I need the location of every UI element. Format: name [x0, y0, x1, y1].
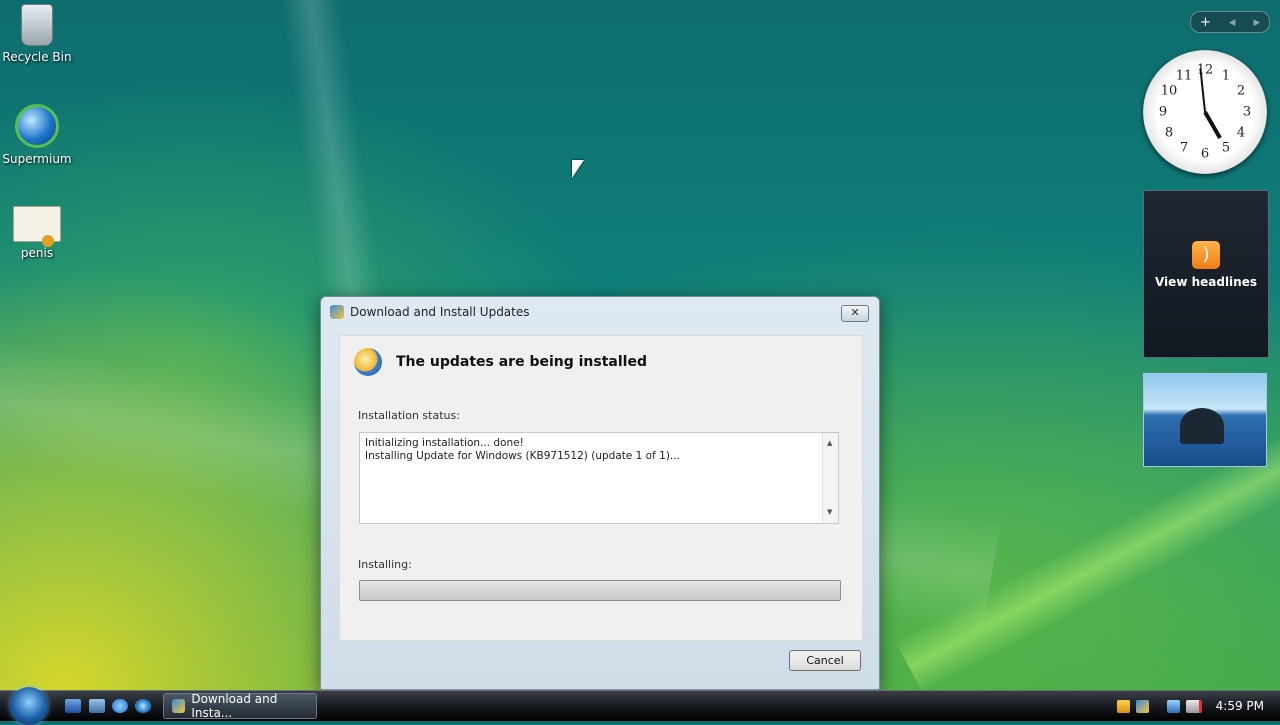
clock-number: 8	[1164, 125, 1174, 141]
start-button[interactable]	[10, 687, 48, 725]
clock-gadget[interactable]: 12 1 2 3 4 5 6 7 8 9 10 11	[1143, 50, 1267, 174]
installation-progress-bar	[359, 580, 841, 601]
scroll-up-arrow-icon[interactable]: ▲	[827, 437, 832, 450]
clock-hour-hand	[1203, 111, 1222, 139]
installing-label: Installing:	[358, 558, 412, 571]
browser-shortcut-icon	[15, 104, 59, 148]
clock-number: 10	[1160, 83, 1178, 99]
windows-update-tray-icon[interactable]	[1135, 699, 1149, 713]
clock-number: 3	[1242, 104, 1252, 120]
clock-number: 5	[1221, 140, 1231, 156]
desktop-icon-file[interactable]: penis	[0, 206, 74, 260]
scroll-down-arrow-icon[interactable]: ▼	[827, 506, 832, 519]
gadget-toolbar: + ◂ ▸	[1190, 11, 1270, 33]
network-icon[interactable]	[1166, 699, 1180, 713]
clock-number: 4	[1236, 125, 1246, 141]
desktop-icon-supermium[interactable]: Supermium	[0, 104, 74, 166]
dialog-content: The updates are being installed Installa…	[339, 335, 863, 641]
rss-icon: )	[1192, 241, 1220, 269]
windows-update-icon	[330, 305, 344, 319]
clock-number: 7	[1179, 140, 1189, 156]
volume-muted-icon[interactable]	[1185, 699, 1202, 713]
taskbar: Download and Insta... 4:59 PM	[0, 687, 1280, 725]
dialog-heading: The updates are being installed	[396, 354, 647, 370]
desktop-icon-label: penis	[20, 246, 54, 260]
clock-number: 9	[1158, 104, 1168, 120]
close-button[interactable]: ✕	[841, 305, 869, 322]
recycle-bin-icon	[21, 4, 53, 46]
cancel-button[interactable]: Cancel	[789, 650, 861, 671]
view-headlines-label: View headlines	[1154, 275, 1257, 289]
browser-quicklaunch-icon[interactable]	[135, 699, 151, 713]
clock-number: 2	[1236, 83, 1246, 99]
taskbar-button-download-install-updates[interactable]: Download and Insta...	[163, 692, 317, 720]
clock-number: 6	[1200, 146, 1210, 162]
clock-number: 11	[1175, 68, 1193, 84]
dialog-titlebar[interactable]: Download and Install Updates	[321, 297, 879, 327]
show-desktop-icon[interactable]	[65, 699, 81, 713]
add-gadget-button[interactable]: +	[1200, 15, 1211, 30]
clock-time[interactable]: 4:59 PM	[1216, 699, 1264, 713]
security-shield-icon[interactable]	[1116, 699, 1130, 713]
download-install-updates-dialog: Download and Install Updates ✕ The updat…	[320, 296, 880, 690]
windows-update-large-icon	[354, 348, 382, 376]
clock-number: 1	[1221, 68, 1231, 84]
desktop-icon-label: Recycle Bin	[2, 50, 72, 64]
certificate-file-icon	[13, 206, 61, 247]
taskbar-button-label: Download and Insta...	[191, 692, 278, 720]
whale-tail-image	[1180, 408, 1224, 444]
desktop-icon-recycle-bin[interactable]: Recycle Bin	[0, 4, 74, 64]
windows-update-icon	[172, 699, 186, 713]
installation-status-log[interactable]: Initializing installation... done! Insta…	[359, 432, 839, 524]
dialog-title: Download and Install Updates	[350, 305, 530, 319]
log-line: Initializing installation... done!	[365, 437, 524, 449]
log-scrollbar[interactable]: ▲ ▼	[822, 433, 838, 523]
dialog-header: The updates are being installed	[354, 348, 647, 376]
slideshow-gadget[interactable]	[1143, 373, 1267, 467]
desktop-icon-label: Supermium	[2, 152, 72, 166]
internet-explorer-icon[interactable]	[112, 699, 128, 713]
feed-headlines-gadget[interactable]: ) View headlines	[1143, 190, 1269, 358]
log-line: Installing Update for Windows (KB971512)…	[365, 450, 680, 462]
next-gadget-page-button[interactable]: ▸	[1253, 15, 1260, 30]
system-tray: 4:59 PM	[1116, 691, 1280, 721]
mouse-cursor-icon	[572, 160, 584, 178]
previous-gadget-page-button[interactable]: ◂	[1229, 15, 1236, 30]
switch-windows-icon[interactable]	[89, 699, 105, 713]
installation-status-label: Installation status:	[358, 409, 460, 422]
